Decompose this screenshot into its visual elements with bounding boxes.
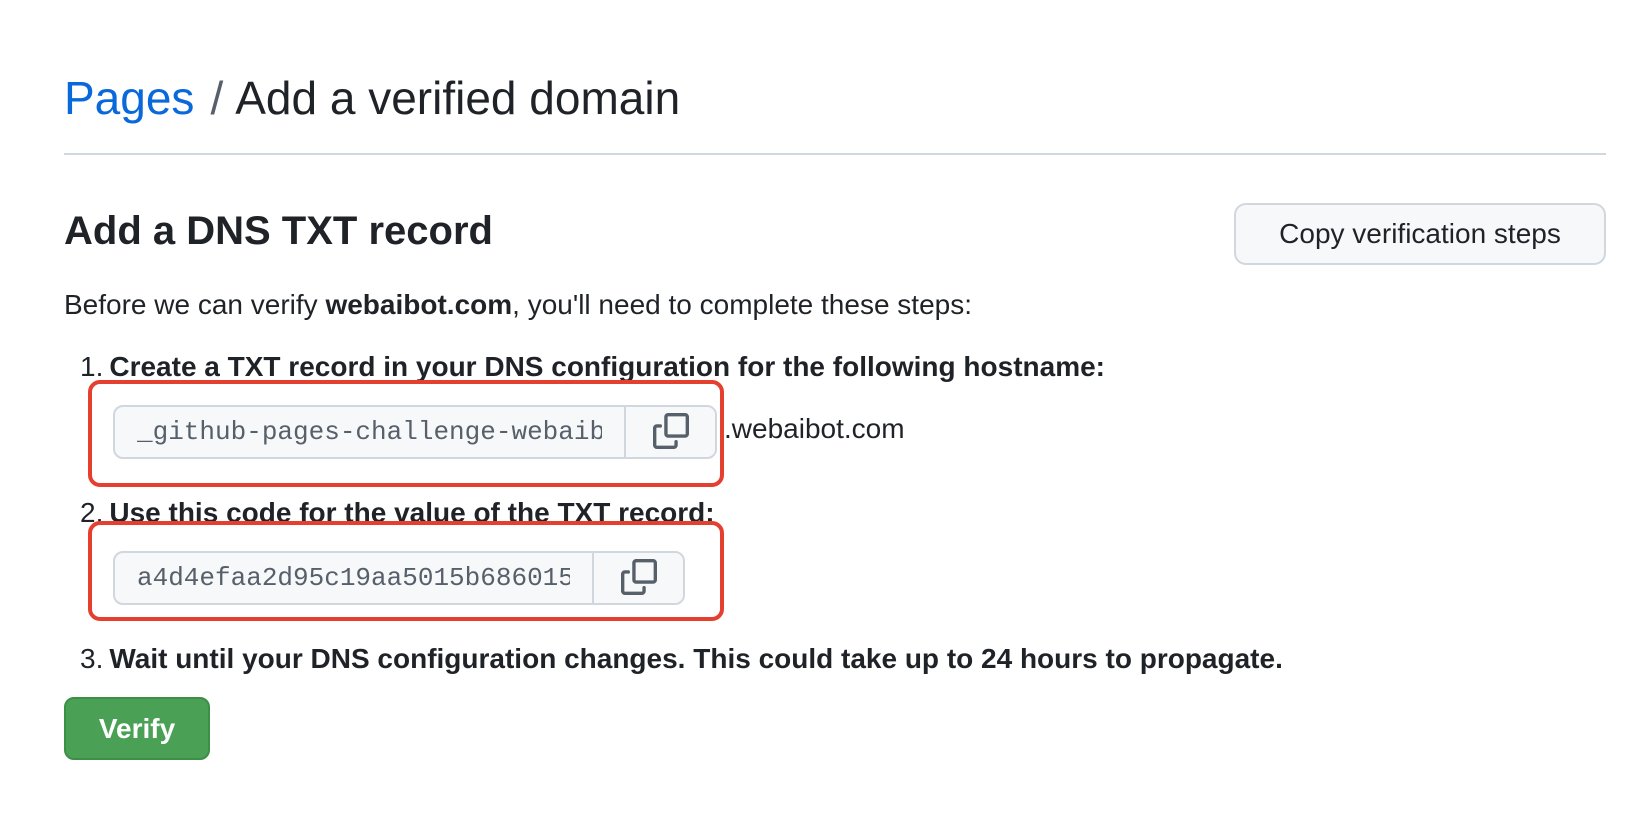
intro-prefix: Before we can verify xyxy=(64,289,326,320)
breadcrumb-separator: / xyxy=(210,72,224,124)
copy-icon xyxy=(652,412,689,452)
step-1-text: Create a TXT record in your DNS configur… xyxy=(109,351,1105,382)
step-3-number: 3. xyxy=(80,643,104,674)
txt-value-input[interactable] xyxy=(115,553,593,603)
step-2-text: Use this code for the value of the TXT r… xyxy=(109,497,715,528)
hostname-input[interactable] xyxy=(115,407,625,457)
step-3-text: Wait until your DNS configuration change… xyxy=(109,643,1283,674)
header-divider xyxy=(64,153,1606,155)
breadcrumb-pages-link[interactable]: Pages xyxy=(64,72,194,124)
intro-suffix: , you'll need to complete these steps: xyxy=(512,289,972,320)
txt-value-field-group xyxy=(113,551,685,605)
step-3-label: 3. Wait until your DNS configuration chan… xyxy=(80,642,1283,676)
step-1-number: 1. xyxy=(80,351,104,382)
intro-domain: webaibot.com xyxy=(325,289,513,320)
step-2-number: 2. xyxy=(80,497,104,528)
hostname-field-group xyxy=(113,405,717,459)
step-1-label: 1. Create a TXT record in your DNS config… xyxy=(80,350,1105,384)
section-title: Add a DNS TXT record xyxy=(64,209,493,253)
breadcrumb: Pages / Add a verified domain xyxy=(64,70,680,126)
copy-hostname-button[interactable] xyxy=(624,407,715,457)
page: Pages / Add a verified domain Add a DNS TX… xyxy=(0,0,1644,824)
intro-text: Before we can verify webaibot.com, you'l… xyxy=(64,288,972,322)
verify-button[interactable]: Verify xyxy=(64,697,210,760)
copy-icon xyxy=(620,558,657,598)
copy-txt-value-button[interactable] xyxy=(592,553,683,603)
copy-verification-steps-button[interactable]: Copy verification steps xyxy=(1234,203,1606,265)
step-2-label: 2. Use this code for the value of the TXT… xyxy=(80,496,715,530)
page-title: Add a verified domain xyxy=(235,72,681,124)
hostname-suffix: .webaibot.com xyxy=(724,413,905,444)
